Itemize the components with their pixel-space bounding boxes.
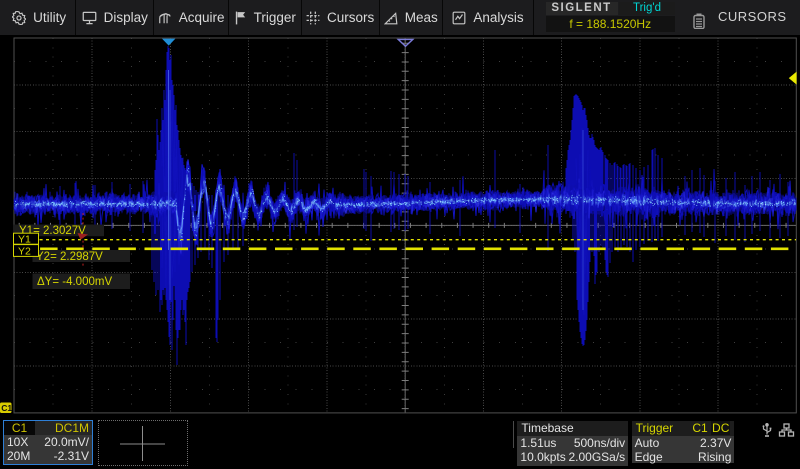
- svg-text:ΔY= -4.000mV: ΔY= -4.000mV: [37, 276, 112, 288]
- svg-text:Y1: Y1: [18, 233, 31, 245]
- svg-text:Y2: Y2: [18, 246, 31, 258]
- svg-text:Y2= 2.2987V: Y2= 2.2987V: [36, 251, 103, 263]
- svg-text:C1: C1: [1, 403, 12, 413]
